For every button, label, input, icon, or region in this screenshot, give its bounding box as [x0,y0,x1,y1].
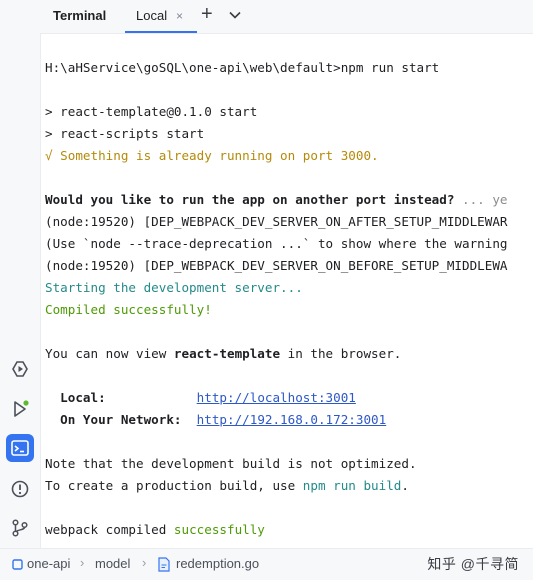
terminal-line: You can now view react-template in the b… [45,343,401,365]
network-label: On Your Network: [45,412,197,427]
webpack-pre: webpack compiled [45,522,174,537]
terminal-icon[interactable] [6,434,34,462]
terminal-line: Note that the development build is not o… [45,456,417,471]
chevron-down-icon[interactable] [228,8,242,22]
view-post: in the browser. [280,346,402,361]
use-tail: to show where the warning [310,236,508,251]
webpack-ok: successfully [173,522,265,537]
terminal-line: Local: http://localhost:3001 [45,387,356,409]
problems-icon[interactable] [9,478,31,500]
create-pre: To create a production build, use [45,478,303,493]
terminal-line: Starting the development server... [45,280,303,295]
terminal-line: webpack compiled successfully [45,519,265,541]
terminal-line: Compiled successfully! [45,302,212,317]
question-text: Would you like to run the app on another… [45,192,455,207]
view-pre: You can now view [45,346,174,361]
terminal-line: > react-scripts start [45,126,205,141]
chevron-right-icon: › [80,555,85,570]
view-app: react-template [173,346,281,361]
network-url-link[interactable]: http://192.168.0.172:3001 [197,412,387,427]
terminal-output[interactable]: H:\aHService\goSQL\one-api\web\default>n… [41,34,533,548]
terminal-line: Would you like to run the app on another… [45,189,508,211]
create-cmd: npm run build [302,478,402,493]
tab-label: Local [136,8,168,23]
services-icon[interactable] [9,358,31,380]
terminal-line: (Use `node --trace-deprecation ...` to s… [45,233,508,255]
terminal-line: > react-template@0.1.0 start [45,104,258,119]
terminal-line: H:\aHService\goSQL\one-api\web\default>n… [45,60,440,75]
close-icon[interactable]: × [176,9,183,23]
terminal-tabbar: Terminal Local × + [40,0,533,34]
module-icon [12,559,23,570]
status-bar: one-api › model › redemption.go 知乎 @千寻简 [0,548,533,580]
tool-window-strip [0,0,41,548]
panel-title: Terminal [53,8,107,23]
terminal-line: To create a production build, use npm ru… [45,475,409,497]
local-label: Local: [45,390,197,405]
git-icon[interactable] [9,517,31,539]
run-icon[interactable] [9,398,31,420]
add-icon[interactable]: + [201,3,213,26]
chevron-right-icon: › [142,555,147,570]
tab-local[interactable]: Local × [125,0,197,33]
breadcrumb-file[interactable]: redemption.go [176,556,259,571]
use-prefix: (Use `node --trace-deprecation ...` [45,236,311,251]
breadcrumb-folder[interactable]: model [95,556,130,571]
question-tail: ... ye [454,192,508,207]
go-file-icon [158,557,170,572]
local-url-link[interactable]: http://localhost:3001 [197,390,356,405]
create-post: . [401,478,409,493]
watermark-text: 知乎 @千寻简 [427,556,519,572]
terminal-line: (node:19520) [DEP_WEBPACK_DEV_SERVER_ON_… [45,214,508,229]
terminal-line: √ Something is already running on port 3… [45,148,379,163]
terminal-line: On Your Network: http://192.168.0.172:30… [45,409,386,431]
terminal-line: (node:19520) [DEP_WEBPACK_DEV_SERVER_ON_… [45,258,508,273]
breadcrumb-project[interactable]: one-api [27,556,70,571]
